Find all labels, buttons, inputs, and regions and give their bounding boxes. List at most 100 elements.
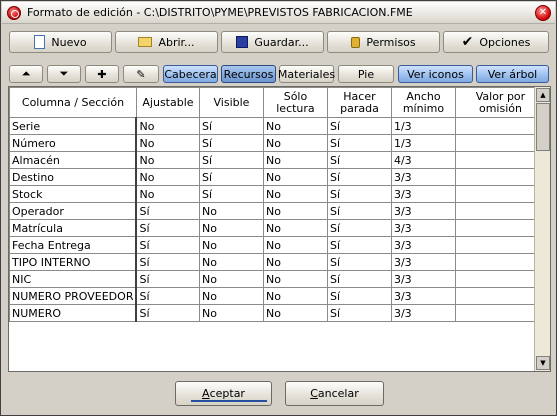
header-ancho-minimo[interactable]: Ancho mínimo: [390, 87, 456, 118]
ver-arbol-button[interactable]: Ver árbol: [476, 65, 549, 83]
cell-visible[interactable]: Sí: [198, 134, 264, 152]
cell-visible[interactable]: No: [198, 304, 264, 322]
cell-ajustable[interactable]: Sí: [135, 270, 200, 288]
cell-ancho-minimo[interactable]: 3/3: [390, 219, 456, 237]
cell-ajustable[interactable]: No: [135, 117, 200, 135]
cell-solo-lectura[interactable]: No: [262, 270, 328, 288]
cell-ajustable[interactable]: Sí: [135, 219, 200, 237]
header-valor-omision[interactable]: Valor por omisión: [454, 87, 546, 118]
add-button[interactable]: ✚: [85, 65, 119, 83]
cell-columna[interactable]: Stock: [9, 185, 138, 203]
cell-ancho-minimo[interactable]: 3/3: [390, 304, 456, 322]
table-row[interactable]: NUMERO Sí No No Sí 3/3: [9, 304, 546, 322]
cell-hacer-parada[interactable]: Sí: [326, 117, 392, 135]
cell-ancho-minimo[interactable]: 3/3: [390, 168, 456, 186]
cell-ancho-minimo[interactable]: 4/3: [390, 151, 456, 169]
cell-columna[interactable]: NUMERO PROVEEDOR: [9, 287, 138, 305]
move-up-button[interactable]: ⏶: [9, 65, 43, 83]
table-row[interactable]: Almacén No Sí No Sí 4/3: [9, 151, 546, 169]
cell-valor-omision[interactable]: [454, 236, 546, 254]
cell-solo-lectura[interactable]: No: [262, 287, 328, 305]
cell-hacer-parada[interactable]: Sí: [326, 219, 392, 237]
cell-columna[interactable]: TIPO INTERNO: [9, 253, 138, 271]
cell-columna[interactable]: Almacén: [9, 151, 138, 169]
cell-valor-omision[interactable]: [454, 270, 546, 288]
ver-iconos-button[interactable]: Ver iconos: [398, 65, 473, 83]
cell-solo-lectura[interactable]: No: [262, 253, 328, 271]
tab-pie[interactable]: Pie: [338, 65, 394, 83]
cell-solo-lectura[interactable]: No: [262, 134, 328, 152]
cell-ancho-minimo[interactable]: 3/3: [390, 202, 456, 220]
cell-ajustable[interactable]: Sí: [135, 202, 200, 220]
cell-solo-lectura[interactable]: No: [262, 185, 328, 203]
cell-ancho-minimo[interactable]: 3/3: [390, 270, 456, 288]
cell-hacer-parada[interactable]: Sí: [326, 304, 392, 322]
cell-columna[interactable]: NUMERO: [9, 304, 138, 322]
cell-hacer-parada[interactable]: Sí: [326, 134, 392, 152]
cell-ajustable[interactable]: No: [135, 168, 200, 186]
header-solo-lectura[interactable]: Sólo lectura: [262, 87, 328, 118]
cell-ancho-minimo[interactable]: 1/3: [390, 134, 456, 152]
cell-visible[interactable]: No: [198, 219, 264, 237]
scroll-up-arrow[interactable]: ▲: [536, 88, 550, 102]
scroll-thumb[interactable]: [536, 103, 550, 151]
cell-ancho-minimo[interactable]: 3/3: [390, 236, 456, 254]
cell-visible[interactable]: No: [198, 287, 264, 305]
guardar-button[interactable]: Guardar...: [221, 31, 324, 53]
tab-recursos[interactable]: Recursos: [221, 65, 276, 83]
cell-valor-omision[interactable]: [454, 253, 546, 271]
cell-ajustable[interactable]: No: [135, 185, 200, 203]
cell-hacer-parada[interactable]: Sí: [326, 168, 392, 186]
header-ajustable[interactable]: Ajustable: [135, 87, 200, 118]
table-row[interactable]: Serie No Sí No Sí 1/3: [9, 117, 546, 135]
cell-ajustable[interactable]: Sí: [135, 287, 200, 305]
cell-ajustable[interactable]: Sí: [135, 304, 200, 322]
cell-valor-omision[interactable]: [454, 185, 546, 203]
cell-columna[interactable]: NIC: [9, 270, 138, 288]
scroll-down-arrow[interactable]: ▼: [536, 356, 550, 370]
cell-ancho-minimo[interactable]: 3/3: [390, 185, 456, 203]
table-row[interactable]: Stock No Sí No Sí 3/3: [9, 185, 546, 203]
opciones-button[interactable]: ✔ Opciones: [443, 31, 549, 53]
cell-hacer-parada[interactable]: Sí: [326, 151, 392, 169]
cell-visible[interactable]: Sí: [198, 117, 264, 135]
cell-solo-lectura[interactable]: No: [262, 304, 328, 322]
cell-valor-omision[interactable]: [454, 168, 546, 186]
header-columna-seccion[interactable]: Columna / Sección: [9, 87, 137, 118]
edit-button[interactable]: ✎: [123, 65, 159, 83]
cell-solo-lectura[interactable]: No: [262, 202, 328, 220]
nuevo-button[interactable]: Nuevo: [9, 31, 112, 53]
permisos-button[interactable]: Permisos: [327, 31, 440, 53]
cell-ancho-minimo[interactable]: 1/3: [390, 117, 456, 135]
table-row[interactable]: Matrícula Sí No No Sí 3/3: [9, 219, 546, 237]
cell-ancho-minimo[interactable]: 3/3: [390, 287, 456, 305]
table-row[interactable]: NUMERO PROVEEDOR Sí No No Sí 3/3: [9, 287, 546, 305]
table-row[interactable]: Destino No Sí No Sí 3/3: [9, 168, 546, 186]
cell-hacer-parada[interactable]: Sí: [326, 202, 392, 220]
cell-visible[interactable]: Sí: [198, 168, 264, 186]
cell-visible[interactable]: No: [198, 253, 264, 271]
header-visible[interactable]: Visible: [198, 87, 264, 118]
table-row[interactable]: NIC Sí No No Sí 3/3: [9, 270, 546, 288]
cell-solo-lectura[interactable]: No: [262, 151, 328, 169]
table-row[interactable]: TIPO INTERNO Sí No No Sí 3/3: [9, 253, 546, 271]
cell-visible[interactable]: Sí: [198, 185, 264, 203]
cell-valor-omision[interactable]: [454, 117, 546, 135]
cell-valor-omision[interactable]: [454, 202, 546, 220]
cell-columna[interactable]: Destino: [9, 168, 138, 186]
cancelar-button[interactable]: Cancelar: [285, 381, 384, 406]
cell-ancho-minimo[interactable]: 3/3: [390, 253, 456, 271]
cell-columna[interactable]: Serie: [9, 117, 138, 135]
cell-valor-omision[interactable]: [454, 151, 546, 169]
cell-hacer-parada[interactable]: Sí: [326, 287, 392, 305]
cell-valor-omision[interactable]: [454, 134, 546, 152]
cell-hacer-parada[interactable]: Sí: [326, 236, 392, 254]
cell-columna[interactable]: Fecha Entrega: [9, 236, 138, 254]
cell-hacer-parada[interactable]: Sí: [326, 253, 392, 271]
cell-visible[interactable]: No: [198, 236, 264, 254]
cell-ajustable[interactable]: No: [135, 134, 200, 152]
cell-ajustable[interactable]: No: [135, 151, 200, 169]
header-hacer-parada[interactable]: Hacer parada: [326, 87, 392, 118]
properties-grid[interactable]: Columna / Sección Ajustable Visible Sólo…: [8, 86, 551, 372]
cell-columna[interactable]: Número: [9, 134, 138, 152]
